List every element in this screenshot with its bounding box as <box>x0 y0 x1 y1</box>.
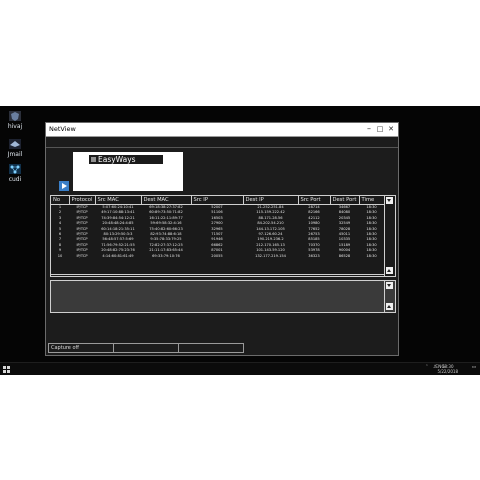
column-header[interactable]: Src Port <box>298 196 331 205</box>
desktop-icon-1[interactable]: hivaj <box>4 110 26 130</box>
column-header[interactable]: Src MAC <box>95 196 142 205</box>
network-app-icon <box>8 163 22 175</box>
notifications-icon[interactable]: ▭ <box>472 365 476 370</box>
window-title: NetView <box>49 125 76 133</box>
table-cell: IP/TCP <box>76 253 88 258</box>
column-header[interactable]: Src IP <box>191 196 244 205</box>
column-header[interactable]: Dest MAC <box>141 196 192 205</box>
status-cell-3 <box>179 344 241 352</box>
table-cell: 10 <box>57 253 63 258</box>
table-bottom-rule <box>51 274 384 275</box>
capture-status: Capture off <box>49 344 114 352</box>
table-cell: 20:48:82:75:23:76 <box>101 248 135 253</box>
close-button[interactable]: ✕ <box>386 124 396 134</box>
column-header[interactable]: Time <box>359 196 384 205</box>
table-cell: 69:33:79:10:76 <box>152 253 180 258</box>
minimize-button[interactable]: – <box>364 124 374 134</box>
scroll-up-icon[interactable] <box>386 267 393 274</box>
title-bar[interactable]: NetView – □ ✕ <box>46 123 398 137</box>
logo-text: EasyWays <box>98 155 136 164</box>
logo-banner: EasyWays <box>89 155 163 164</box>
column-header[interactable]: Dest Port <box>330 196 360 205</box>
start-capture-button[interactable] <box>59 181 69 191</box>
maximize-button[interactable]: □ <box>375 124 385 134</box>
table-cell: 36323 <box>308 253 320 258</box>
table-cell: 86528 <box>338 253 351 258</box>
scroll-up-icon[interactable] <box>386 303 393 310</box>
desktop-icon-label: cudi <box>8 176 22 183</box>
windows-start-icon[interactable] <box>3 366 10 373</box>
status-cell-2 <box>114 344 179 352</box>
shield-app-icon <box>8 110 22 122</box>
tray-arrow-icon[interactable]: ˄ <box>426 365 428 370</box>
logo-panel: EasyWays <box>73 152 183 191</box>
table-cell: 18:30 <box>366 253 377 258</box>
table-scrollbar[interactable] <box>384 196 395 276</box>
table-cell: 4:14:60:81:61:49 <box>102 253 134 258</box>
logo-icon <box>91 157 96 162</box>
table-row[interactable]: 10 IP/TCP 4:14:60:81:61:49 69:33:79:10:76 20… <box>51 254 384 259</box>
packet-detail-pane[interactable] <box>50 280 396 313</box>
table-header-row: No Protocol Src MAC Dest MAC Src IP Dest… <box>51 196 384 205</box>
desktop-icon-3[interactable]: cudi <box>4 163 26 183</box>
scroll-down-icon[interactable] <box>386 282 393 289</box>
column-header[interactable]: Protocol <box>69 196 96 205</box>
taskbar-clock[interactable]: 18:30 5/22/2018 <box>437 364 458 374</box>
table-cell: 132.177.219.154 <box>255 253 286 258</box>
desktop-icon-label: hivaj <box>7 123 23 130</box>
desktop-icon-2[interactable]: Jmail <box>4 138 26 158</box>
desktop-icon-label: Jmail <box>7 151 23 158</box>
scroll-down-icon[interactable] <box>386 197 393 204</box>
hat-app-icon <box>8 138 22 150</box>
packet-table: No Protocol Src MAC Dest MAC Src IP Dest… <box>50 195 396 277</box>
column-header[interactable]: Dest IP <box>243 196 299 205</box>
detail-scrollbar[interactable] <box>384 281 395 312</box>
toolbar-strip <box>46 137 398 148</box>
taskbar: ˄ ♪ ENG 18:30 5/22/2018 ▭ <box>0 362 480 375</box>
clock-date: 5/22/2018 <box>437 369 458 374</box>
column-header[interactable]: No <box>51 196 70 205</box>
table-cell: 20055 <box>211 253 223 258</box>
netview-window: NetView – □ ✕ EasyWays No Protocol Src M… <box>45 122 399 356</box>
status-bar: Capture off <box>48 343 244 353</box>
